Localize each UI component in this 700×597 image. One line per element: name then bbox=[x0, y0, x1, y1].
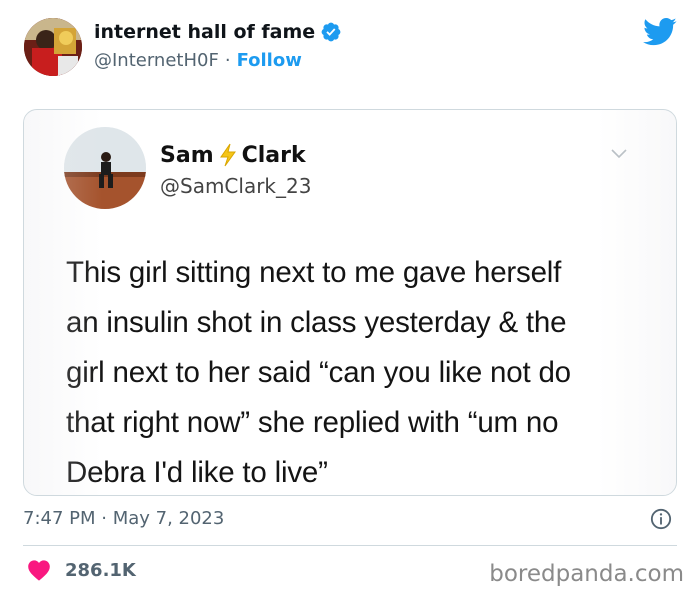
embedded-tweet-image[interactable]: Sam Clark @SamClark_23 This girl sitting… bbox=[23, 109, 677, 496]
lightning-bolt-icon bbox=[219, 143, 236, 167]
embedded-tweet-text: This girl sitting next to me gave hersel… bbox=[66, 248, 666, 495]
embedded-text-line: girl next to her said “can you like not … bbox=[66, 356, 571, 389]
info-icon[interactable] bbox=[650, 508, 672, 530]
watermark: boredpanda.com bbox=[489, 561, 684, 587]
embedded-handle: @SamClark_23 bbox=[160, 174, 312, 198]
embedded-text-line: Debra I'd like to live” bbox=[66, 456, 328, 489]
footer-divider bbox=[23, 545, 677, 546]
like-count[interactable]: 286.1K bbox=[65, 560, 136, 581]
embedded-name-last: Clark bbox=[241, 142, 306, 168]
author-display-name[interactable]: internet hall of fame bbox=[94, 21, 315, 43]
handle-separator: · bbox=[224, 50, 231, 71]
verified-badge-icon bbox=[321, 22, 341, 42]
embedded-text-line: an insulin shot in class yesterday & the bbox=[66, 306, 567, 339]
author-avatar[interactable] bbox=[24, 18, 82, 76]
follow-button[interactable]: Follow bbox=[237, 50, 302, 71]
embedded-name-first: Sam bbox=[160, 142, 214, 168]
heart-icon[interactable] bbox=[27, 559, 51, 581]
tweet-timestamp[interactable]: 7:47 PM · May 7, 2023 bbox=[23, 508, 224, 529]
embedded-text-line: This girl sitting next to me gave hersel… bbox=[66, 256, 562, 289]
embedded-avatar bbox=[64, 127, 146, 209]
twitter-bird-icon[interactable] bbox=[643, 17, 677, 47]
chevron-down-icon bbox=[611, 149, 627, 159]
embedded-text-line: that right now” she replied with “um no bbox=[66, 406, 559, 439]
author-handle[interactable]: @InternetH0F bbox=[94, 50, 219, 71]
